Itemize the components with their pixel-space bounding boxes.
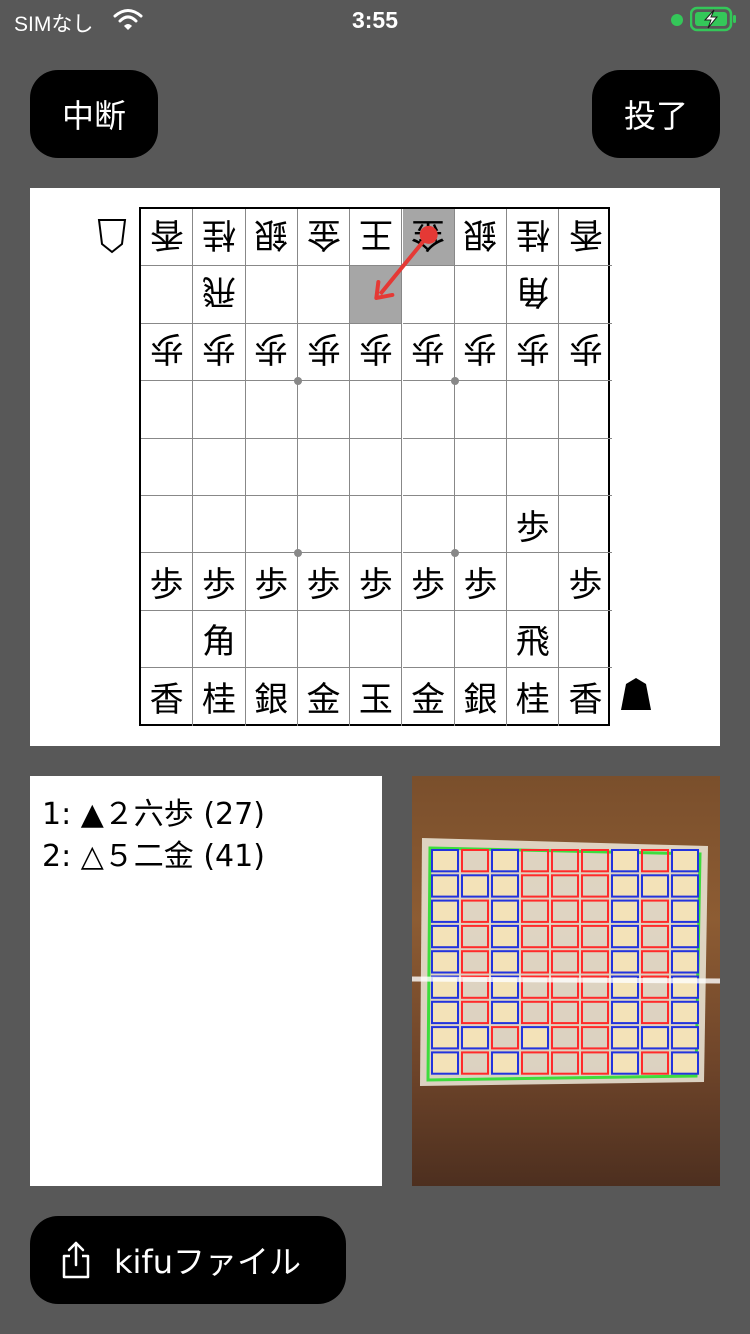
photo-detection-box — [611, 899, 639, 923]
photo-detection-box — [671, 874, 699, 898]
photo-detection-box — [611, 849, 639, 873]
kifu-move: 2: △５二金 (41) — [42, 839, 265, 874]
photo-detection-box — [611, 874, 639, 898]
kifu-move-list[interactable]: 1: ▲２六歩 (27) 2: △５二金 (41) — [30, 776, 382, 1186]
gote-hand-icon — [97, 219, 127, 254]
photo-detection-box — [431, 1051, 459, 1075]
shogi-board[interactable]: 香桂銀金王金銀桂香飛角歩歩歩歩歩歩歩歩歩歩歩歩歩歩歩歩歩歩角飛香桂銀金玉金銀桂香 — [139, 207, 612, 726]
photo-detection-box — [491, 1051, 519, 1075]
photo-detection-box — [431, 950, 459, 974]
photo-detection-box — [491, 874, 519, 898]
share-icon — [62, 1241, 90, 1279]
battery-charging-icon — [690, 6, 736, 32]
photo-detection-box — [491, 849, 519, 873]
photo-detection-box — [611, 1051, 639, 1075]
shogi-board-panel: 香桂銀金王金銀桂香飛角歩歩歩歩歩歩歩歩歩歩歩歩歩歩歩歩歩歩角飛香桂銀金玉金銀桂香 — [30, 188, 720, 746]
photo-detection-box — [671, 950, 699, 974]
kifu-move: 1: ▲２六歩 (27) — [42, 797, 265, 832]
photo-detection-box — [491, 899, 519, 923]
photo-detection-box — [671, 1051, 699, 1075]
photo-detection-box — [671, 1000, 699, 1025]
photo-detection-box — [641, 874, 669, 898]
kifu-file-label: kifuファイル — [114, 1243, 301, 1281]
pause-button[interactable]: 中断 — [30, 70, 158, 158]
photo-detection-box — [431, 1026, 459, 1050]
photo-detection-box — [611, 1026, 639, 1050]
photo-detection-box — [611, 1000, 639, 1025]
photo-detection-box — [431, 924, 459, 949]
photo-detection-box — [431, 849, 459, 873]
photo-detection-box — [461, 874, 489, 898]
status-bar: SIMなし 3:55 — [0, 0, 750, 44]
photo-detection-box — [491, 1000, 519, 1025]
camera-board-photo — [412, 776, 720, 1186]
photo-detection-box — [611, 924, 639, 949]
photo-detection-box — [611, 950, 639, 974]
sente-hand-icon — [621, 678, 651, 710]
photo-detection-box — [491, 950, 519, 974]
kifu-file-button[interactable]: kifuファイル — [30, 1216, 346, 1304]
photo-detection-box — [431, 874, 459, 898]
move-arrow — [374, 225, 438, 300]
photo-detection-box — [491, 924, 519, 949]
photo-detection-box — [431, 899, 459, 923]
photo-detection-box — [641, 1026, 669, 1050]
photo-detection-box — [671, 924, 699, 949]
photo-detection-box — [461, 1026, 489, 1050]
photo-detection-box — [671, 849, 699, 873]
photo-detection-box — [671, 1026, 699, 1050]
clock: 3:55 — [351, 7, 399, 33]
photo-detection-box — [431, 1000, 459, 1025]
resign-button[interactable]: 投了 — [592, 70, 720, 158]
photo-detection-box — [671, 899, 699, 923]
photo-detection-box — [521, 1026, 549, 1050]
activity-dot — [671, 14, 683, 26]
